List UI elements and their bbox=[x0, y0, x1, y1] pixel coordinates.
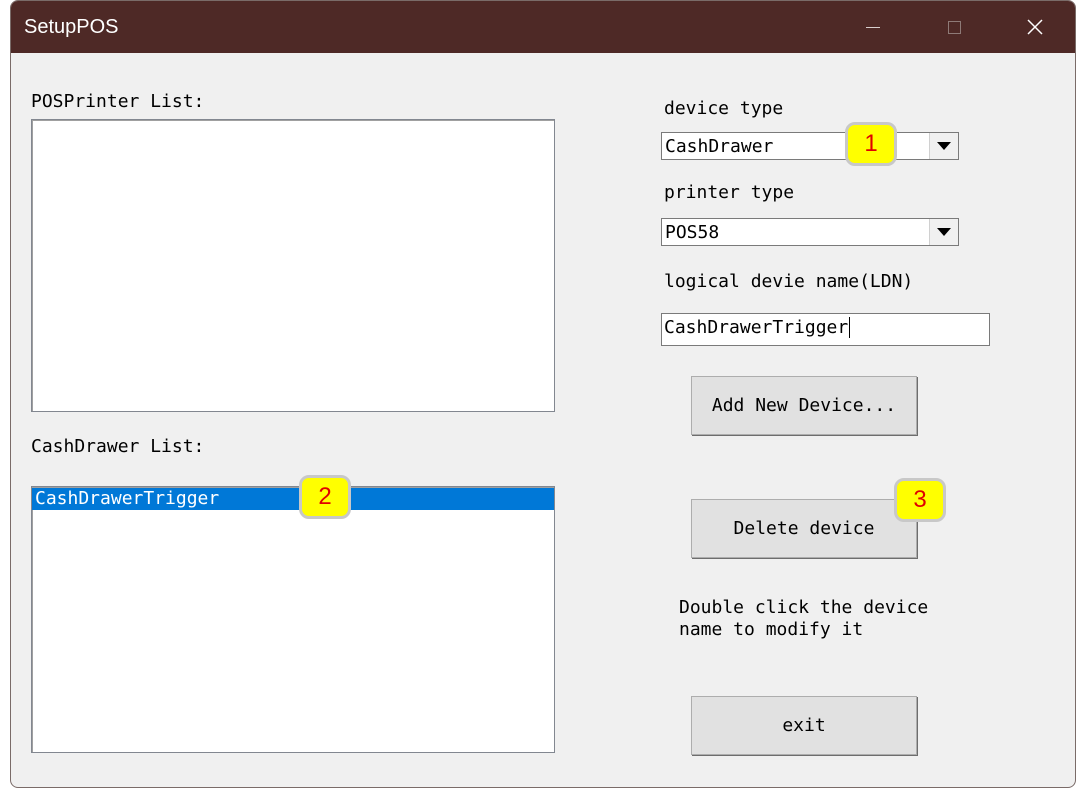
title-bar[interactable]: SetupPOS bbox=[11, 1, 1075, 53]
annotation-badge-1: 1 bbox=[845, 122, 897, 166]
add-new-device-button[interactable]: Add New Device... bbox=[691, 376, 917, 435]
ldn-input[interactable]: CashDrawerTrigger bbox=[661, 313, 990, 346]
setuppos-window: SetupPOS POSPrinter List: CashDrawer Lis… bbox=[10, 0, 1076, 788]
hint-line-2: name to modify it bbox=[679, 619, 864, 640]
ldn-label: logical devie name(LDN) bbox=[664, 271, 914, 292]
minimize-button[interactable] bbox=[833, 1, 913, 53]
cashdrawer-list-label: CashDrawer List: bbox=[31, 436, 205, 457]
chevron-down-icon bbox=[937, 228, 951, 236]
close-icon bbox=[1027, 19, 1043, 35]
posprinter-listbox[interactable] bbox=[31, 119, 555, 412]
printer-type-dropdown-button[interactable] bbox=[929, 219, 958, 245]
delete-device-button[interactable]: Delete device bbox=[691, 499, 917, 558]
maximize-icon bbox=[947, 20, 961, 34]
exit-button[interactable]: exit bbox=[691, 696, 917, 755]
hint-text: Double click the device name to modify i… bbox=[679, 597, 928, 641]
printer-type-dropdown[interactable]: POS58 bbox=[661, 218, 959, 246]
maximize-button[interactable] bbox=[914, 1, 994, 53]
annotation-badge-2: 2 bbox=[299, 475, 351, 519]
close-button[interactable] bbox=[995, 1, 1075, 53]
list-item[interactable]: CashDrawerTrigger bbox=[32, 488, 554, 510]
annotation-badge-3: 3 bbox=[894, 478, 946, 522]
device-type-dropdown[interactable]: CashDrawer bbox=[661, 132, 959, 160]
minimize-icon bbox=[866, 26, 880, 28]
device-type-label: device type bbox=[664, 98, 784, 119]
posprinter-list-label: POSPrinter List: bbox=[31, 91, 205, 112]
device-type-value: CashDrawer bbox=[665, 136, 774, 157]
hint-line-1: Double click the device bbox=[679, 597, 929, 618]
chevron-down-icon bbox=[937, 142, 951, 150]
ldn-input-value: CashDrawerTrigger bbox=[664, 317, 851, 338]
printer-type-label: printer type bbox=[664, 182, 795, 203]
printer-type-value: POS58 bbox=[665, 222, 720, 243]
cashdrawer-listbox[interactable]: CashDrawerTrigger bbox=[31, 486, 555, 753]
window-title: SetupPOS bbox=[24, 16, 119, 38]
device-type-dropdown-button[interactable] bbox=[929, 133, 958, 159]
